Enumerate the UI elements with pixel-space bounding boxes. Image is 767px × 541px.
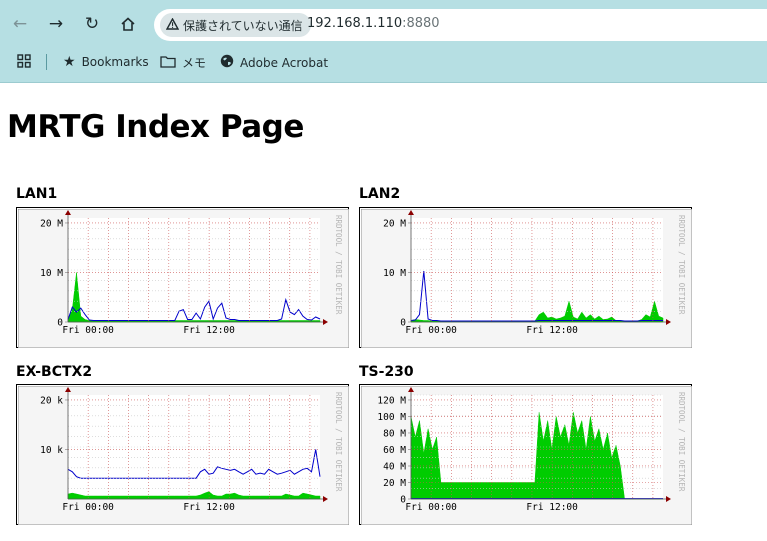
folder-icon [160, 55, 176, 71]
watermark-text: RRDTOOL / TOBI OETIKER [334, 215, 343, 315]
graph-title-ex-bctx2: EX-BCTX2 [16, 364, 93, 380]
y-tick-label: 20 M [383, 478, 406, 489]
apps-icon[interactable] [17, 54, 31, 68]
y-tick-label: 60 M [383, 445, 406, 456]
graph-ex-bctx2[interactable]: 10 k 20 k Fri 00:00 Fri 12:00 RRDTOOL / TOBI… [16, 384, 349, 525]
y-tick-label: 100 M [377, 412, 406, 423]
home-icon[interactable] [114, 10, 142, 38]
star-icon: ★ [63, 54, 76, 70]
graph-lan2[interactable]: 0 10 M 20 M Fri 00:00 Fri 12:00 RRDTOOL / TOB… [359, 207, 692, 348]
forward-icon[interactable]: → [42, 10, 70, 38]
security-chip[interactable]: 保護されていない通信 [160, 13, 311, 37]
chart-ts-230: 020 M40 M60 M80 M100 M120 MFri 00:00 Fri … [361, 386, 692, 525]
watermark-text: RRDTOOL / TOBI OETIKER [677, 215, 686, 315]
y-tick-label: 10 M [383, 268, 406, 279]
warning-icon [165, 17, 180, 33]
x-tick-label: Fri 00:00 [405, 502, 457, 513]
bookmark-memo[interactable]: メモ [160, 54, 206, 71]
url-host: 192.168.1.110 [307, 16, 403, 31]
back-icon[interactable]: ← [6, 10, 34, 38]
y-tick-label: 20 M [40, 218, 63, 229]
url-text[interactable]: 192.168.1.110:8880 [307, 16, 440, 31]
security-label: 保護されていない通信 [183, 18, 303, 33]
url-port: :8880 [402, 16, 440, 31]
bookmark-label: Bookmarks [81, 55, 149, 69]
bookmark-label: メモ [182, 56, 207, 70]
bookmarks-bar: ★ Bookmarks メモ Adobe Acrobat [0, 50, 767, 76]
reload-icon[interactable]: ↻ [78, 10, 106, 38]
y-tick-label: 20 k [40, 395, 63, 406]
bookmark-adobe-acrobat[interactable]: Adobe Acrobat [220, 54, 328, 71]
chart-lan2: 010 M20 MFri 00:00 Fri 12:00RRDTOOL / TOB… [361, 209, 692, 348]
browser-chrome: ← → ↻ 保護されていない通信 192.168.1.110:8880 ★ Bo… [0, 0, 767, 83]
y-tick-label: 40 M [383, 461, 406, 472]
chart-lan1: 010 M20 MFri 00:00 Fri 12:00RRDTOOL / TOB… [18, 209, 349, 348]
y-tick-label: 120 M [377, 395, 406, 406]
graph-title-lan2: LAN2 [359, 186, 401, 202]
y-tick-label: 10 k [40, 445, 63, 456]
page-title: MRTG Index Page [7, 109, 304, 145]
y-tick-label: 80 M [383, 428, 406, 439]
globe-icon [220, 54, 234, 71]
watermark-text: RRDTOOL / TOBI OETIKER [677, 392, 686, 492]
graph-title-ts-230: TS-230 [359, 364, 414, 380]
graph-title-lan1: LAN1 [16, 186, 58, 202]
y-tick-label: 10 M [40, 268, 63, 279]
x-tick-label: Fri 12:00 [526, 502, 578, 513]
graph-ts-230[interactable]: 0 20 M 40 M 60 M 80 M 100 M 120 M Fri 00:00 Fri … [359, 384, 692, 525]
graph-lan1[interactable]: 0 10 M 20 M Fri 00:00 Fri 12:00 RRDTOOL / TOB… [16, 207, 349, 348]
bookmarks-divider [46, 54, 47, 70]
watermark-text: RRDTOOL / TOBI OETIKER [334, 392, 343, 492]
x-tick-label: Fri 12:00 [183, 325, 235, 336]
address-bar[interactable]: 保護されていない通信 192.168.1.110:8880 [154, 9, 767, 41]
y-tick-label: 20 M [383, 218, 406, 229]
x-tick-label: Fri 00:00 [62, 502, 114, 513]
bookmark-label: Adobe Acrobat [240, 55, 329, 70]
bookmark-bookmarks[interactable]: ★ Bookmarks [63, 54, 149, 70]
x-tick-label: Fri 00:00 [62, 325, 114, 336]
x-tick-label: Fri 12:00 [526, 325, 578, 336]
chart-ex-bctx2: 10 k 20 k Fri 00:00 Fri 12:00 RRDTOOL / TOBI… [18, 386, 349, 525]
x-tick-label: Fri 12:00 [183, 502, 235, 513]
x-tick-label: Fri 00:00 [405, 325, 457, 336]
